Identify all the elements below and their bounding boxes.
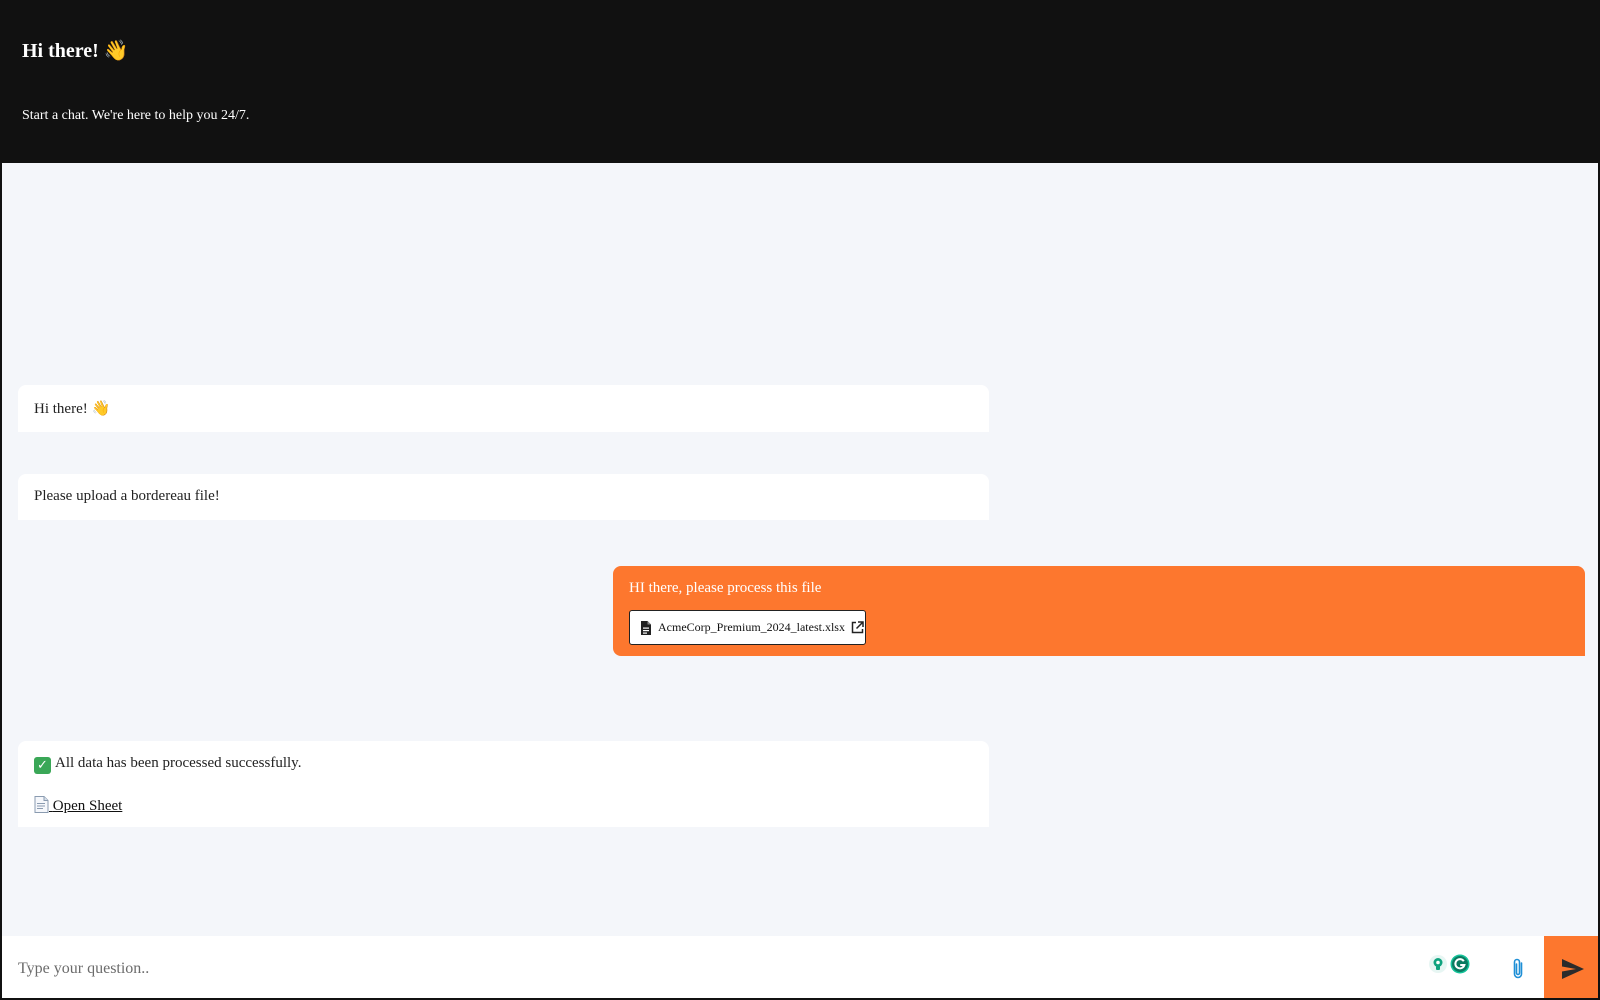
bot-message-text: Please upload a bordereau file! [34, 488, 220, 504]
attach-file-button[interactable] [1502, 951, 1534, 987]
bot-result-text: All data has been processed successfully… [55, 755, 302, 771]
open-sheet-link[interactable]: Open Sheet [34, 796, 123, 814]
bot-message-result: ✓ All data has been processed successfull… [18, 741, 989, 827]
send-button[interactable] [1544, 936, 1598, 998]
open-sheet-line: Open Sheet [34, 796, 973, 815]
check-icon: ✓ [34, 757, 51, 774]
message-list[interactable]: Hi there! 👋 Please upload a bordereau fi… [2, 163, 1598, 936]
grammarly-icon[interactable] [1450, 954, 1470, 974]
bot-message-text: Hi there! 👋 [34, 401, 111, 417]
header-title: Hi there! 👋 [22, 40, 129, 62]
open-sheet-label: Open Sheet [52, 798, 123, 814]
header-subtitle: Start a chat. We're here to help you 24/… [22, 108, 250, 123]
chat-window: Hi there! 👋 Start a chat. We're here to … [0, 0, 1600, 1000]
chat-header: Hi there! 👋 Start a chat. We're here to … [2, 2, 1598, 163]
chat-input[interactable] [2, 936, 1422, 998]
user-message: HI there, please process this file AcmeC… [613, 566, 1585, 656]
external-link-icon [851, 621, 864, 634]
send-icon [1562, 959, 1584, 979]
browser-extension-icons[interactable] [1428, 953, 1470, 975]
lightbulb-icon[interactable] [1428, 954, 1448, 974]
file-attachment-chip[interactable]: AcmeCorp_Premium_2024_latest.xlsx [629, 610, 866, 645]
bot-message-prompt: Please upload a bordereau file! [18, 474, 989, 520]
bot-message-greeting: Hi there! 👋 [18, 385, 989, 432]
bot-result-line: ✓ All data has been processed successfull… [34, 755, 973, 774]
page-icon [34, 796, 49, 813]
file-attachment-name: AcmeCorp_Premium_2024_latest.xlsx [658, 620, 845, 634]
user-message-text: HI there, please process this file [629, 580, 822, 596]
message-input-bar [2, 936, 1598, 998]
paperclip-icon [1513, 958, 1523, 979]
file-icon [641, 620, 651, 635]
